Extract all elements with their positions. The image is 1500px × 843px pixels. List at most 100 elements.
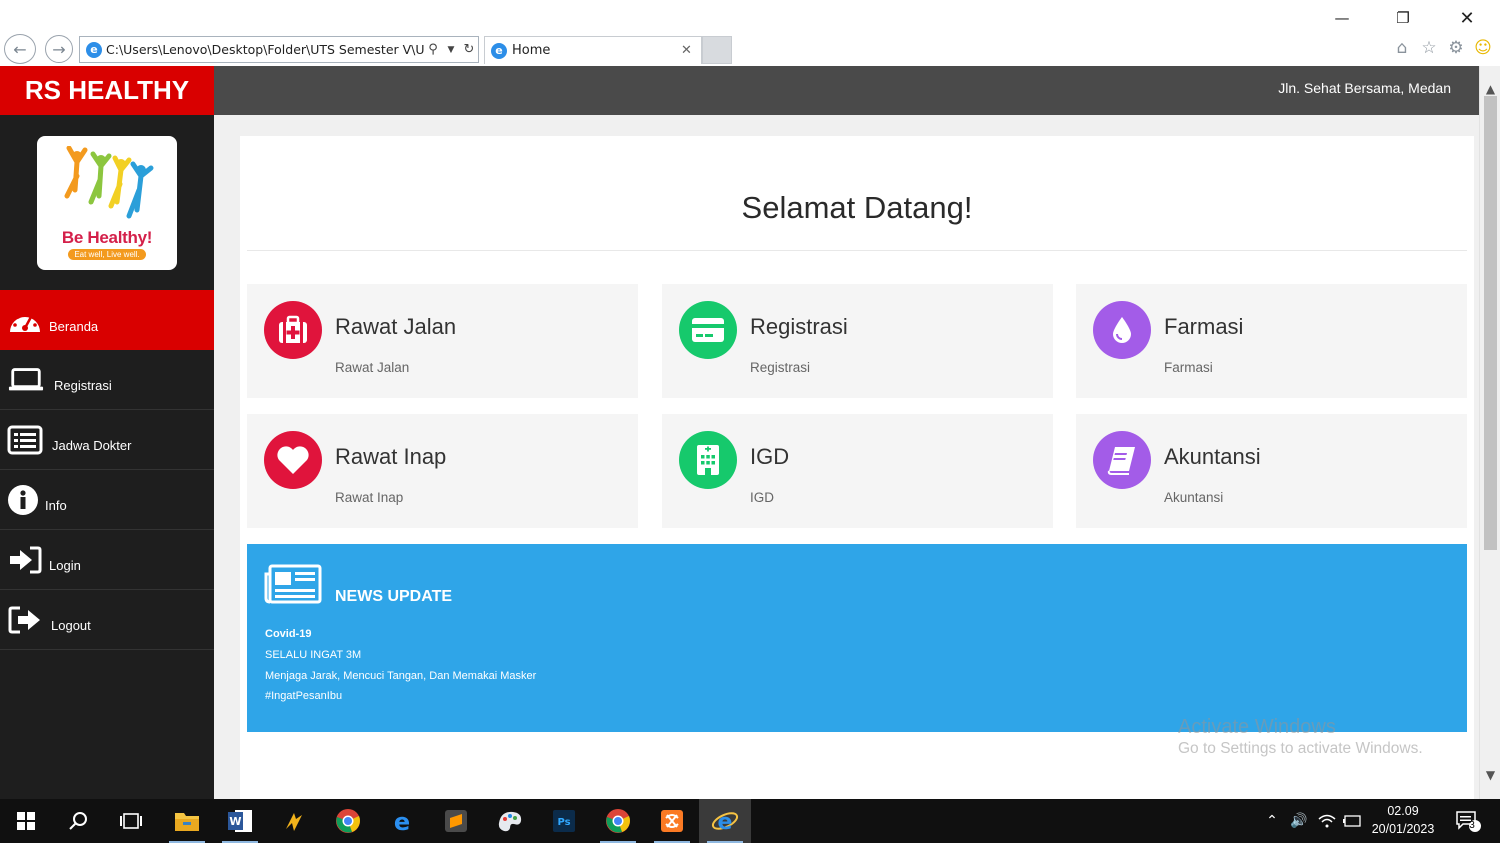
main-content: Selamat Datang! Rawat Jalan Rawat Jalan …	[214, 115, 1479, 816]
card-subtitle: Akuntansi	[1164, 490, 1224, 505]
chevron-up-icon[interactable]: ⌃	[1262, 799, 1282, 843]
refresh-icon[interactable]: ↻	[460, 42, 478, 57]
activate-windows-watermark: Activate Windows Go to Settings to activ…	[1178, 716, 1423, 758]
sidebar-item-jadwa-dokter[interactable]: Jadwa Dokter	[0, 410, 214, 470]
svg-text:e: e	[394, 809, 410, 833]
gear-icon[interactable]: ⚙	[1445, 37, 1467, 59]
search-icon[interactable]: ⚲	[424, 42, 442, 57]
card-igd[interactable]: IGD IGD	[662, 414, 1053, 528]
dropdown-icon[interactable]: ▼	[442, 45, 460, 55]
card-title: Akuntansi	[1164, 444, 1261, 469]
hospital-address: Jln. Sehat Bersama, Medan	[1278, 80, 1451, 96]
info-icon	[7, 484, 39, 515]
news-headline: Covid-19	[265, 628, 312, 640]
logo: Be Healthy! Eat well, Live well.	[37, 136, 177, 270]
card-subtitle: IGD	[750, 490, 775, 505]
sidebar-item-logout[interactable]: Logout	[0, 590, 214, 650]
url-text[interactable]: C:\Users\Lenovo\Desktop\Folder\UTS Semes…	[106, 42, 424, 57]
heart-icon	[264, 431, 322, 489]
list-icon	[7, 425, 43, 455]
search-icon[interactable]	[52, 799, 104, 843]
card-title: Rawat Inap	[335, 444, 447, 469]
taskbar: W e Ps e ⌃ 🔊 02.09 20/01/2023 3	[0, 799, 1500, 843]
photoshop-icon[interactable]: Ps	[538, 799, 590, 843]
power-automate-icon[interactable]	[268, 799, 320, 843]
card-registrasi[interactable]: Registrasi Registrasi	[662, 284, 1053, 398]
forward-button[interactable]: →	[45, 35, 73, 63]
sublime-text-icon[interactable]	[430, 799, 482, 843]
book-icon	[1093, 431, 1151, 489]
sidebar-item-login[interactable]: Login	[0, 530, 214, 590]
notification-count: 3	[1469, 820, 1475, 831]
news-title: NEWS UPDATE	[335, 588, 453, 605]
ie-page-icon: e	[86, 41, 102, 58]
wifi-icon[interactable]	[1315, 799, 1339, 843]
hospital-icon	[679, 431, 737, 489]
ie-tab-icon: e	[491, 42, 507, 59]
internet-explorer-icon[interactable]: e	[699, 799, 751, 843]
sidebar-item-registrasi[interactable]: Registrasi	[0, 350, 214, 410]
restore-icon[interactable]: ❐	[1389, 6, 1417, 30]
tab-close-icon[interactable]: ✕	[681, 43, 701, 58]
system-clock[interactable]: 02.09 20/01/2023	[1362, 802, 1444, 838]
news-line: #IngatPesanIbu	[265, 690, 343, 702]
sign-out-icon	[7, 605, 43, 635]
clock-time: 02.09	[1387, 804, 1419, 818]
task-view-icon[interactable]	[105, 799, 157, 843]
card-title: Rawat Jalan	[335, 314, 457, 339]
chrome-icon[interactable]	[592, 799, 644, 843]
card-subtitle: Rawat Inap	[335, 490, 404, 505]
minimize-icon[interactable]: —	[1328, 6, 1356, 30]
clock-date: 20/01/2023	[1371, 822, 1435, 836]
sign-in-icon	[7, 545, 43, 575]
card-title: Farmasi	[1164, 314, 1244, 339]
tab-title: Home	[512, 43, 551, 58]
card-rawat-inap[interactable]: Rawat Inap Rawat Inap	[247, 414, 638, 528]
vertical-scrollbar[interactable]: ▲ ▼	[1479, 66, 1500, 799]
page-title: Selamat Datang!	[741, 190, 973, 225]
sidebar-item-label: Login	[49, 558, 81, 573]
home-icon[interactable]: ⌂	[1391, 37, 1413, 59]
svg-text:W: W	[229, 815, 241, 828]
scroll-down-icon[interactable]: ▼	[1480, 764, 1500, 785]
new-tab-button[interactable]	[702, 36, 732, 64]
address-bar[interactable]: e C:\Users\Lenovo\Desktop\Folder\UTS Sem…	[79, 36, 479, 63]
card-farmasi[interactable]: Farmasi Farmasi	[1076, 284, 1467, 398]
svg-text:e: e	[718, 810, 733, 834]
browser-tab[interactable]: e Home ✕	[484, 36, 702, 64]
sidebar-item-beranda[interactable]: Beranda	[0, 290, 214, 350]
card-title: Registrasi	[750, 314, 848, 339]
arrow-left-icon: ←	[13, 39, 27, 59]
edge-icon[interactable]: e	[376, 799, 428, 843]
sidebar-item-label: Beranda	[49, 318, 99, 334]
logo-main-text: Be Healthy!	[61, 228, 153, 247]
medkit-icon	[264, 301, 322, 359]
paint-icon[interactable]	[484, 799, 536, 843]
volume-icon[interactable]: 🔊	[1287, 799, 1311, 843]
word-icon[interactable]: W	[214, 799, 266, 843]
sidebar: RS HEALTHY Be Healthy! Eat well, Live we…	[0, 66, 214, 799]
card-subtitle: Rawat Jalan	[335, 360, 410, 375]
card-akuntansi[interactable]: Akuntansi Akuntansi	[1076, 414, 1467, 528]
back-button[interactable]: ←	[4, 34, 36, 64]
notification-center-icon[interactable]: 3	[1450, 799, 1486, 843]
arrow-right-icon: →	[52, 39, 66, 59]
dashboard-icon	[7, 305, 43, 335]
file-explorer-icon[interactable]	[161, 799, 213, 843]
favorites-star-icon[interactable]: ☆	[1418, 37, 1440, 59]
chrome-icon[interactable]	[322, 799, 374, 843]
card-rawat-jalan[interactable]: Rawat Jalan Rawat Jalan	[247, 284, 638, 398]
sidebar-item-label: Jadwa Dokter	[52, 438, 132, 453]
smiley-feedback-icon[interactable]: ☺	[1472, 37, 1494, 59]
xampp-icon[interactable]	[646, 799, 698, 843]
card-subtitle: Farmasi	[1164, 360, 1213, 375]
watermark-subtitle: Go to Settings to activate Windows.	[1178, 740, 1423, 757]
battery-icon[interactable]	[1341, 799, 1363, 843]
windows-start-icon[interactable]	[0, 799, 52, 843]
news-update-panel: NEWS UPDATE Covid-19 SELALU INGAT 3M Men…	[247, 544, 1467, 732]
scrollbar-thumb[interactable]	[1484, 96, 1497, 550]
close-icon[interactable]: ✕	[1453, 6, 1481, 30]
newspaper-icon	[264, 564, 322, 609]
sidebar-item-info[interactable]: Info	[0, 470, 214, 530]
content-panel: Selamat Datang! Rawat Jalan Rawat Jalan …	[240, 136, 1474, 816]
